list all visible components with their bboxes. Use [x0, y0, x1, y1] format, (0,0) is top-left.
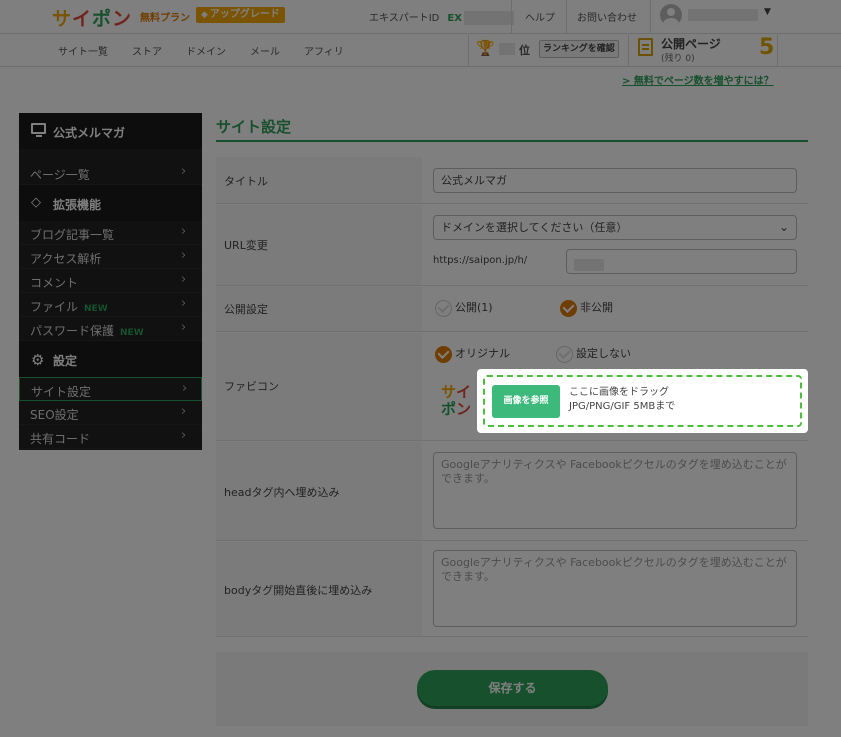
drop-zone-text: ここに画像をドラッグ JPG/PNG/GIF 5MBまで	[569, 387, 676, 412]
favicon-upload-zone[interactable]: 画像を参照 ここに画像をドラッグ JPG/PNG/GIF 5MBまで	[477, 369, 808, 433]
browse-image-button[interactable]: 画像を参照	[492, 385, 560, 418]
